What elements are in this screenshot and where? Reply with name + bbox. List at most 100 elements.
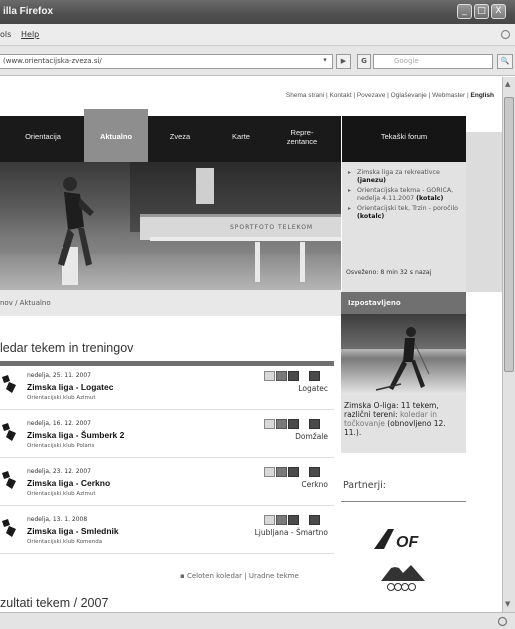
breadcrumb: nov / Aktualno [0, 290, 341, 316]
hero-fence [150, 237, 341, 241]
calendar-title: ledar tekem in treningov [0, 341, 134, 355]
event-date: nedelja, 16. 12. 2007 [27, 420, 91, 427]
menu-help[interactable]: Help [21, 30, 39, 39]
event-location: Ljubljana - Šmartno [254, 528, 328, 537]
partners-title: Partnerji: [343, 480, 387, 491]
featured-title: Izpostavljeno [348, 299, 401, 307]
main-nav: Orientacija Aktualno Zveza Karte Repre- … [0, 109, 341, 162]
address-bar[interactable]: (www.orientacijska-zveza.si/ [0, 54, 333, 69]
event-buttons [264, 371, 328, 381]
news-item[interactable]: Orientacijska tekma - GORICA, nedelja 4.… [346, 187, 464, 203]
top-links[interactable]: Shema strani | Kontakt | Povezave | Ogla… [286, 92, 494, 99]
event-buttons [264, 419, 328, 429]
minimize-button[interactable]: _ [457, 4, 472, 19]
news-text[interactable]: Zimska liga za rekreativce [357, 169, 440, 176]
event-name[interactable]: Zimska liga - Logatec [27, 382, 113, 392]
featured-photo[interactable] [341, 314, 466, 395]
go-button[interactable]: ▶ [336, 54, 351, 69]
event-row[interactable]: nedelja, 16. 12. 2007 Zimska liga - Šumb… [0, 416, 334, 458]
scrollbar-thumb[interactable] [504, 97, 514, 372]
menu-bar: ols Help [0, 24, 515, 46]
nav-zveza[interactable]: Zveza [152, 116, 208, 162]
news-item[interactable]: Zimska liga za rekreativce (janezu) [346, 169, 464, 185]
info-icon[interactable] [264, 467, 275, 477]
nav-label: Aktualno [99, 132, 133, 141]
news-text[interactable]: Orientacijski tek, Trzin - poročilo [357, 205, 458, 212]
event-date: nedelja, 13. 1. 2008 [27, 516, 88, 523]
results-icon[interactable] [288, 467, 299, 477]
english-link[interactable]: English [471, 92, 494, 99]
runner-figure [58, 177, 94, 266]
nav-orientacija[interactable]: Orientacija [12, 116, 74, 162]
event-row[interactable]: nedelja, 25. 11. 2007 Zimska liga - Loga… [0, 368, 334, 410]
calendar-add-icon[interactable] [309, 515, 320, 525]
of-logo-icon: OF [374, 529, 419, 551]
maximize-button[interactable]: □ [474, 4, 489, 19]
skier-figure [375, 327, 430, 391]
info-icon[interactable] [264, 515, 275, 525]
hero-post [300, 242, 305, 282]
olympic-mountain-icon [381, 563, 425, 591]
scroll-up-icon[interactable]: ▲ [505, 80, 510, 88]
orienteering-icon [2, 423, 16, 441]
map-icon[interactable] [276, 467, 287, 477]
map-icon[interactable] [276, 419, 287, 429]
results-icon[interactable] [288, 515, 299, 525]
event-club: Orientacijski klub Polaris [27, 443, 95, 449]
calendar-add-icon[interactable] [309, 419, 320, 429]
event-club: Orientacijski klub Komenda [27, 539, 103, 545]
nav-karte[interactable]: Karte [212, 116, 270, 162]
close-button[interactable]: X [491, 4, 506, 19]
scroll-down-icon[interactable]: ▼ [505, 600, 510, 608]
event-row[interactable]: nedelja, 13. 1. 2008 Zimska liga - Smled… [0, 512, 334, 554]
calendar-more-links[interactable]: ▪ Celoten koledar | Uradne tekme [180, 572, 299, 580]
featured-caption: Zimska O-liga: 11 tekem, različni tereni… [341, 395, 466, 453]
vertical-scrollbar[interactable]: ▲ ▼ [502, 77, 515, 612]
results-title: zultati tekem / 2007 [0, 596, 109, 610]
event-row[interactable]: nedelja, 23. 12. 2007 Zimska liga - Cerk… [0, 464, 334, 506]
search-placeholder: Google [394, 57, 419, 65]
hero-photo: SPORTFOTO TELEKOM [0, 162, 341, 290]
top-links-text[interactable]: Shema strani | Kontakt | Povezave | Ogla… [286, 92, 471, 99]
partner-logo-olympic[interactable] [373, 555, 433, 595]
nav-reprezentance[interactable]: Repre- zentance [272, 116, 332, 162]
event-name[interactable]: Zimska liga - Cerkno [27, 478, 110, 488]
map-icon[interactable] [276, 371, 287, 381]
nav-label: Orientacija [25, 132, 61, 141]
search-engine-icon[interactable]: G [357, 54, 371, 69]
event-buttons [264, 467, 328, 477]
window-title: illa Firefox [3, 6, 54, 17]
status-bar [0, 612, 515, 629]
event-name[interactable]: Zimska liga - Smlednik [27, 526, 119, 536]
calendar-add-icon[interactable] [309, 467, 320, 477]
info-icon[interactable] [264, 419, 275, 429]
event-date: nedelja, 25. 11. 2007 [27, 372, 91, 379]
event-name[interactable]: Zimska liga - Šumberk 2 [27, 430, 124, 440]
results-icon[interactable] [288, 371, 299, 381]
nav-label: Repre- zentance [286, 128, 318, 146]
event-club: Orientacijski klub Azimut [27, 395, 96, 401]
orienteering-icon [2, 471, 16, 489]
news-author: (kotalc) [416, 195, 444, 202]
hero-banner-text: SPORTFOTO TELEKOM [230, 224, 314, 231]
nav-tekaski-forum[interactable]: Tekaški forum [342, 116, 466, 162]
throbber-icon [500, 29, 511, 40]
calendar-add-icon[interactable] [309, 371, 320, 381]
menu-tools[interactable]: ols [0, 30, 11, 39]
window-titlebar: illa Firefox _ □ X [0, 0, 515, 24]
forum-label: Tekaški forum [380, 132, 428, 141]
breadcrumb-text[interactable]: nov / Aktualno [0, 299, 51, 307]
map-icon[interactable] [276, 515, 287, 525]
info-icon[interactable] [264, 371, 275, 381]
search-button[interactable]: 🔍 [497, 54, 513, 69]
nav-aktualno[interactable]: Aktualno [84, 109, 148, 162]
forum-news-list: Zimska liga za rekreativce (janezu) Orie… [346, 169, 464, 223]
partner-logo-of[interactable]: OF [370, 525, 440, 553]
updated-text: Osveženo: 8 min 32 s nazaj [346, 269, 432, 276]
search-input[interactable]: Google [373, 54, 493, 69]
results-icon[interactable] [288, 419, 299, 429]
of-logo-text: OF [396, 534, 419, 551]
news-item[interactable]: Orientacijski tek, Trzin - poročilo (kot… [346, 205, 464, 221]
featured-header: Izpostavljeno [341, 292, 466, 314]
address-dropdown-icon[interactable]: ▾ [318, 54, 332, 69]
